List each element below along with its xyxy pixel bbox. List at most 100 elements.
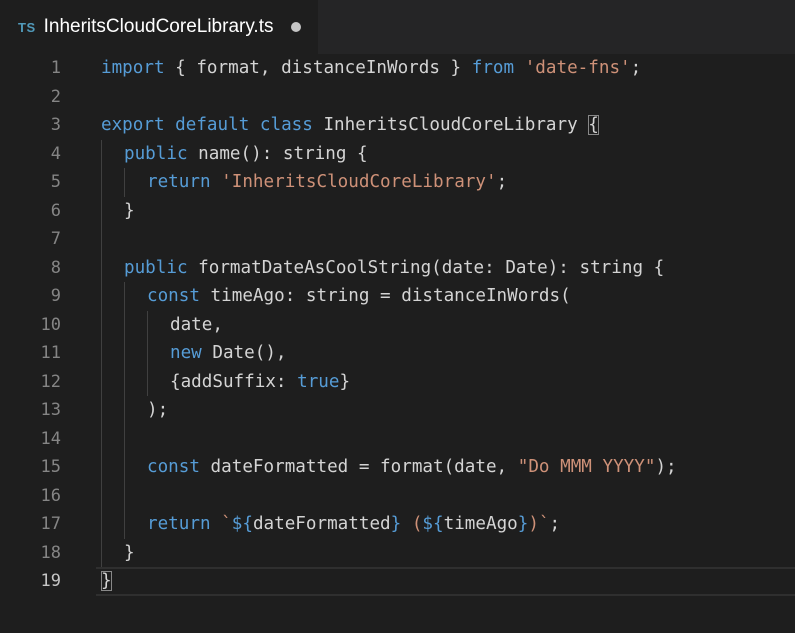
code-token: formatDateAsCoolString(date: Date): stri…: [187, 257, 665, 278]
code-token: name(): string {: [187, 143, 368, 164]
tab-inherits-cloud-core-library[interactable]: TS InheritsCloudCoreLibrary.ts: [0, 0, 318, 54]
line-number: 6: [50, 200, 61, 221]
line-number: 14: [40, 428, 61, 449]
dot-icon[interactable]: [291, 22, 302, 32]
code-line[interactable]: 8 public formatDateAsCoolString(date: Dat…: [0, 253, 795, 283]
line-number: 4: [50, 143, 61, 164]
code-line[interactable]: 3 export default class InheritsCloudCoreL…: [0, 111, 795, 140]
indent-guide: [147, 339, 148, 368]
indent-guide: [147, 367, 148, 396]
code-line[interactable]: 11 new Date(),: [0, 339, 795, 368]
code-line[interactable]: 19}: [0, 567, 795, 596]
code-token: 'InheritsCloudCoreLibrary': [221, 172, 497, 192]
code-token: from: [471, 58, 515, 78]
code-line[interactable]: 5 return 'InheritsCloudCoreLibrary';: [0, 168, 795, 197]
indent-guide: [101, 453, 102, 482]
code-token: date,: [170, 314, 223, 335]
code-token: public: [124, 143, 188, 164]
code-token: ;: [549, 514, 561, 534]
code-line[interactable]: 7: [0, 225, 795, 254]
code-token: class: [259, 115, 313, 135]
indent-guide: [101, 196, 102, 225]
indent-guide: [124, 453, 125, 482]
code-line[interactable]: 15 const dateFormatted = format(date, "Do…: [0, 453, 795, 482]
code-text: }: [124, 539, 135, 568]
code-text: public formatDateAsCoolString(date: Date…: [124, 254, 664, 283]
code-text: date,: [170, 311, 223, 340]
indent-guide: [124, 168, 125, 197]
code-text: import { format, distanceInWords } from …: [101, 54, 641, 83]
code-token: }: [339, 371, 351, 392]
code-token: 'date-fns': [524, 58, 631, 78]
code-token: }: [124, 542, 135, 563]
code-line[interactable]: 1 import { format, distanceInWords } from…: [0, 54, 795, 83]
code-text: }: [101, 567, 112, 596]
code-token: }: [124, 200, 135, 221]
code-editor[interactable]: 1 import { format, distanceInWords } from…: [0, 54, 795, 633]
indent-guide: [124, 424, 125, 453]
code-line[interactable]: 18}: [0, 538, 795, 568]
line-number: 2: [50, 86, 61, 107]
code-token: dateFormatted: [252, 514, 391, 534]
indent-guide: [101, 396, 102, 425]
code-line[interactable]: 4 public name(): string {: [0, 139, 795, 169]
code-line[interactable]: 2: [0, 83, 795, 112]
indent-guide: [101, 481, 102, 510]
code-token: ;: [496, 172, 508, 192]
line-number: 10: [40, 314, 61, 335]
editor-window: TS InheritsCloudCoreLibrary.ts 1 import {…: [0, 0, 795, 633]
code-token: );: [147, 400, 169, 420]
code-text: const timeAgo: string = distanceInWords(: [147, 282, 571, 311]
indent-guide: [124, 282, 125, 311]
code-line[interactable]: 12 {addSuffix: true}: [0, 367, 795, 397]
indent-guide: [124, 396, 125, 425]
line-number: 7: [50, 229, 61, 249]
code-text: new Date(),: [170, 339, 287, 368]
code-text: {addSuffix: true}: [170, 368, 350, 397]
matched-bracket: {: [588, 115, 599, 135]
code-line[interactable]: 13);: [0, 396, 795, 425]
code-line[interactable]: 9 const timeAgo: string = distanceInWords…: [0, 282, 795, 311]
code-token: default: [175, 115, 250, 135]
code-token: "Do MMM YYYY": [517, 457, 656, 477]
code-text: public name(): string {: [124, 140, 368, 169]
code-token: const: [147, 286, 200, 306]
code-token: }: [517, 514, 529, 534]
code-token: `: [221, 514, 232, 534]
tab-label: InheritsCloudCoreLibrary.ts: [43, 16, 274, 37]
indent-guide: [124, 310, 125, 339]
code-token: )`: [528, 514, 550, 534]
code-token: public: [124, 257, 188, 278]
code-token: timeAgo: [443, 514, 518, 534]
indent-guide: [101, 367, 102, 396]
code-token: ;: [630, 58, 642, 78]
line-number: 13: [40, 400, 61, 420]
code-token: true: [297, 371, 340, 392]
code-token: );: [655, 457, 677, 477]
matched-bracket: }: [101, 571, 112, 591]
code-token: ${: [231, 514, 253, 534]
code-text: return `${dateFormatted} (${timeAgo})`;: [147, 510, 560, 539]
code-line[interactable]: 14: [0, 424, 795, 453]
code-token: return: [147, 172, 211, 192]
line-number: 5: [50, 172, 61, 192]
code-text: );: [147, 396, 168, 425]
code-token: Date(),: [201, 343, 287, 363]
indent-guide: [101, 139, 102, 168]
code-token: { format, distanceInWords }: [164, 58, 472, 78]
code-token: dateFormatted = format(date,: [199, 457, 518, 477]
code-line[interactable]: 16: [0, 481, 795, 510]
indent-guide: [101, 424, 102, 453]
indent-guide: [124, 339, 125, 368]
line-number: 11: [40, 343, 61, 363]
code-text: }: [124, 197, 135, 226]
code-line[interactable]: 6}: [0, 196, 795, 226]
indent-guide: [101, 253, 102, 282]
line-number: 12: [40, 371, 61, 392]
code-line[interactable]: 17 return `${dateFormatted} (${timeAgo})`…: [0, 510, 795, 539]
line-number: 19: [40, 571, 61, 591]
code-line[interactable]: 10 date,: [0, 310, 795, 340]
